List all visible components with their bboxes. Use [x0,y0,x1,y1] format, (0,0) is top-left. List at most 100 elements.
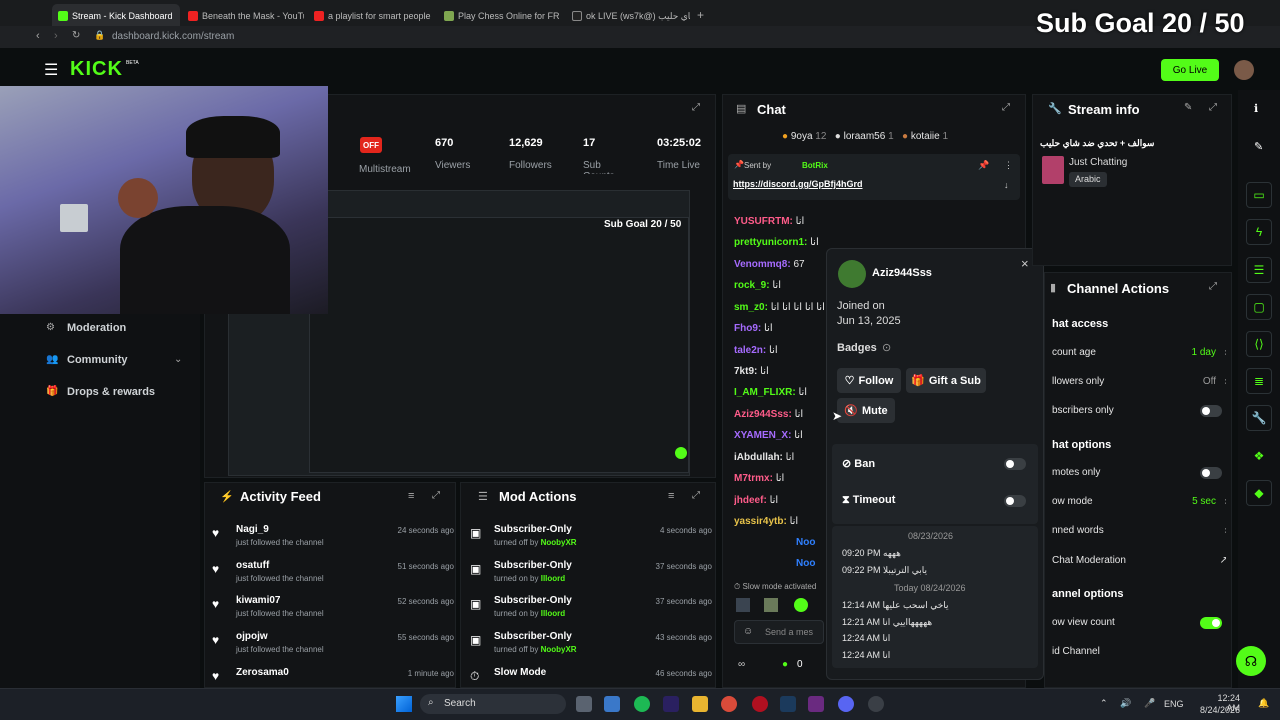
chat-username[interactable]: 7kt9: [734,366,757,377]
chat-bubble-icon[interactable]: ▢ [1246,294,1272,320]
filter-icon[interactable]: ≡ [408,490,414,502]
language-indicator[interactable]: ENG [1164,699,1184,709]
category-thumbnail[interactable] [1042,156,1064,184]
app-icon[interactable] [808,696,824,712]
chevron-down-icon[interactable]: ⌄ [174,354,182,365]
gifter-name[interactable]: kotaiie [911,131,940,142]
expand-icon[interactable]: ⤢ [432,490,440,501]
clock-date[interactable]: 8/24/2026 [1200,705,1240,715]
emote-thumb[interactable] [736,598,750,612]
show-view-count-toggle[interactable] [1200,617,1222,629]
new-tab-icon[interactable]: + [697,8,704,22]
follower-name[interactable]: Zerosama0 [236,667,289,678]
subscribers-only-toggle[interactable] [1200,405,1222,417]
spotify-icon[interactable] [634,696,650,712]
chat-username[interactable]: rock_9: [734,280,770,291]
gifter-name[interactable]: loraam56 [844,131,886,142]
url-text[interactable]: dashboard.kick.com/stream [112,31,234,42]
follow-button[interactable]: ♡ Follow [837,368,901,393]
chat-username[interactable]: tale2n: [734,345,766,356]
lightning-icon[interactable]: ϟ [1246,219,1272,245]
follower-name[interactable]: osatuff [236,560,269,571]
tab-kick-dashboard[interactable]: Stream - Kick Dashboard [52,4,180,28]
layers-icon[interactable]: ≣ [1246,368,1272,394]
avatar[interactable] [1234,60,1254,80]
back-icon[interactable]: ‹ [36,30,40,42]
chat-username[interactable]: jhdeef: [734,495,767,506]
tray-chevron-icon[interactable]: ⌃ [1100,698,1108,709]
gifter-name[interactable]: 9oya [791,131,813,142]
tab-tiktok[interactable]: ok LIVE (ws7k@) شاي حليب [572,6,690,26]
video-icon[interactable]: ▭ [1246,182,1272,208]
menu-icon[interactable]: ☰ [44,60,58,80]
slow-mode-row[interactable]: ow mode 5 sec › [1052,496,1226,507]
emoji-icon[interactable]: ☺ [743,626,753,637]
notification-icon[interactable]: 🔔 [1258,698,1269,709]
moderator-name[interactable]: Illoord [541,609,565,618]
settings-icon[interactable] [868,696,884,712]
sidebar-item-drops[interactable]: Drops & rewards [67,386,155,398]
link-icon[interactable]: ∞ [738,659,745,670]
expand-icon[interactable]: ⤢ [692,102,700,113]
expand-icon[interactable]: ⤢ [1002,102,1010,113]
chat-username[interactable]: M7trmx: [734,473,773,484]
category-name[interactable]: Just Chatting [1069,157,1127,168]
forward-icon[interactable]: › [54,30,58,42]
moderator-name[interactable]: NoobyXR [541,538,577,547]
store-icon[interactable] [604,696,620,712]
chat-username[interactable]: Fho9: [734,323,761,334]
expand-icon[interactable]: ⤢ [1209,281,1217,292]
taskbar-search[interactable]: ⌕ Search [420,694,566,714]
tab-chess[interactable]: Play Chess Online for FREE [444,6,560,26]
close-icon[interactable]: × [1021,256,1029,271]
info-icon[interactable]: ℹ [1254,102,1258,115]
list-icon[interactable]: ☰ [1246,257,1272,283]
sidebar-item-community[interactable]: Community [67,354,128,366]
multistream-label[interactable]: Multistream [359,164,411,175]
pinned-user[interactable]: BotRix [802,161,828,170]
premiere-icon[interactable] [663,696,679,712]
collapse-icon[interactable]: ↓ [1004,180,1009,190]
emote-thumb[interactable] [764,598,778,612]
chrome-icon[interactable] [721,696,737,712]
expand-icon[interactable]: ⤢ [692,490,700,501]
unpin-icon[interactable]: 📌 [978,160,989,171]
sidebar-item-moderation[interactable]: Moderation [67,322,126,334]
moderator-name[interactable]: NoobyXR [541,645,577,654]
mute-button[interactable]: 🔇 Mute [837,398,895,423]
emote-thumb[interactable] [794,598,808,612]
help-chat-button[interactable]: ☊ [1236,646,1266,676]
opera-icon[interactable] [752,696,768,712]
chat-username[interactable]: YUSUFRTM: [734,216,793,227]
account-age-row[interactable]: count age 1 day › [1052,347,1226,358]
ban-toggle[interactable] [1004,458,1026,470]
tab-youtube-1[interactable]: Beneath the Mask - YouTube [188,6,304,26]
code-icon[interactable]: ⟨⟩ [1246,331,1272,357]
chat-username[interactable]: Aziz944Sss: [734,409,792,420]
edit-icon[interactable]: ✎ [1184,102,1192,113]
timeout-toggle[interactable] [1004,495,1026,507]
wrench-icon[interactable]: 🔧 [1246,405,1272,431]
chat-username[interactable]: yassir4ytb: [734,516,787,527]
followers-only-row[interactable]: llowers only Off › [1052,376,1226,387]
user-card-username[interactable]: Aziz944Sss [872,267,932,279]
task-view-icon[interactable] [576,696,592,712]
chat-username[interactable]: Noo [796,537,815,548]
steam-icon[interactable] [780,696,796,712]
expand-icon[interactable]: ⤢ [1209,102,1217,113]
kick-logo[interactable]: KICK [70,58,123,81]
windows-start-icon[interactable] [396,696,412,712]
drops-icon[interactable]: ❖ [1246,443,1272,469]
chat-username[interactable]: XYAMEN_X: [734,430,791,441]
volume-icon[interactable]: 🔊 [1120,698,1131,709]
discord-icon[interactable] [838,696,854,712]
mic-icon[interactable]: 🎤 [1144,698,1155,709]
reload-icon[interactable]: ↻ [72,30,80,41]
chat-username[interactable]: I_AM_FLIXR: [734,387,796,398]
chat-username[interactable]: Noo [796,558,815,569]
raid-channel-row[interactable]: id Channel [1052,646,1226,657]
follower-name[interactable]: Nagi_9 [236,524,269,535]
folder-icon[interactable] [692,696,708,712]
gift-sub-button[interactable]: 🎁 Gift a Sub [906,368,986,393]
follower-name[interactable]: ojpojw [236,631,268,642]
